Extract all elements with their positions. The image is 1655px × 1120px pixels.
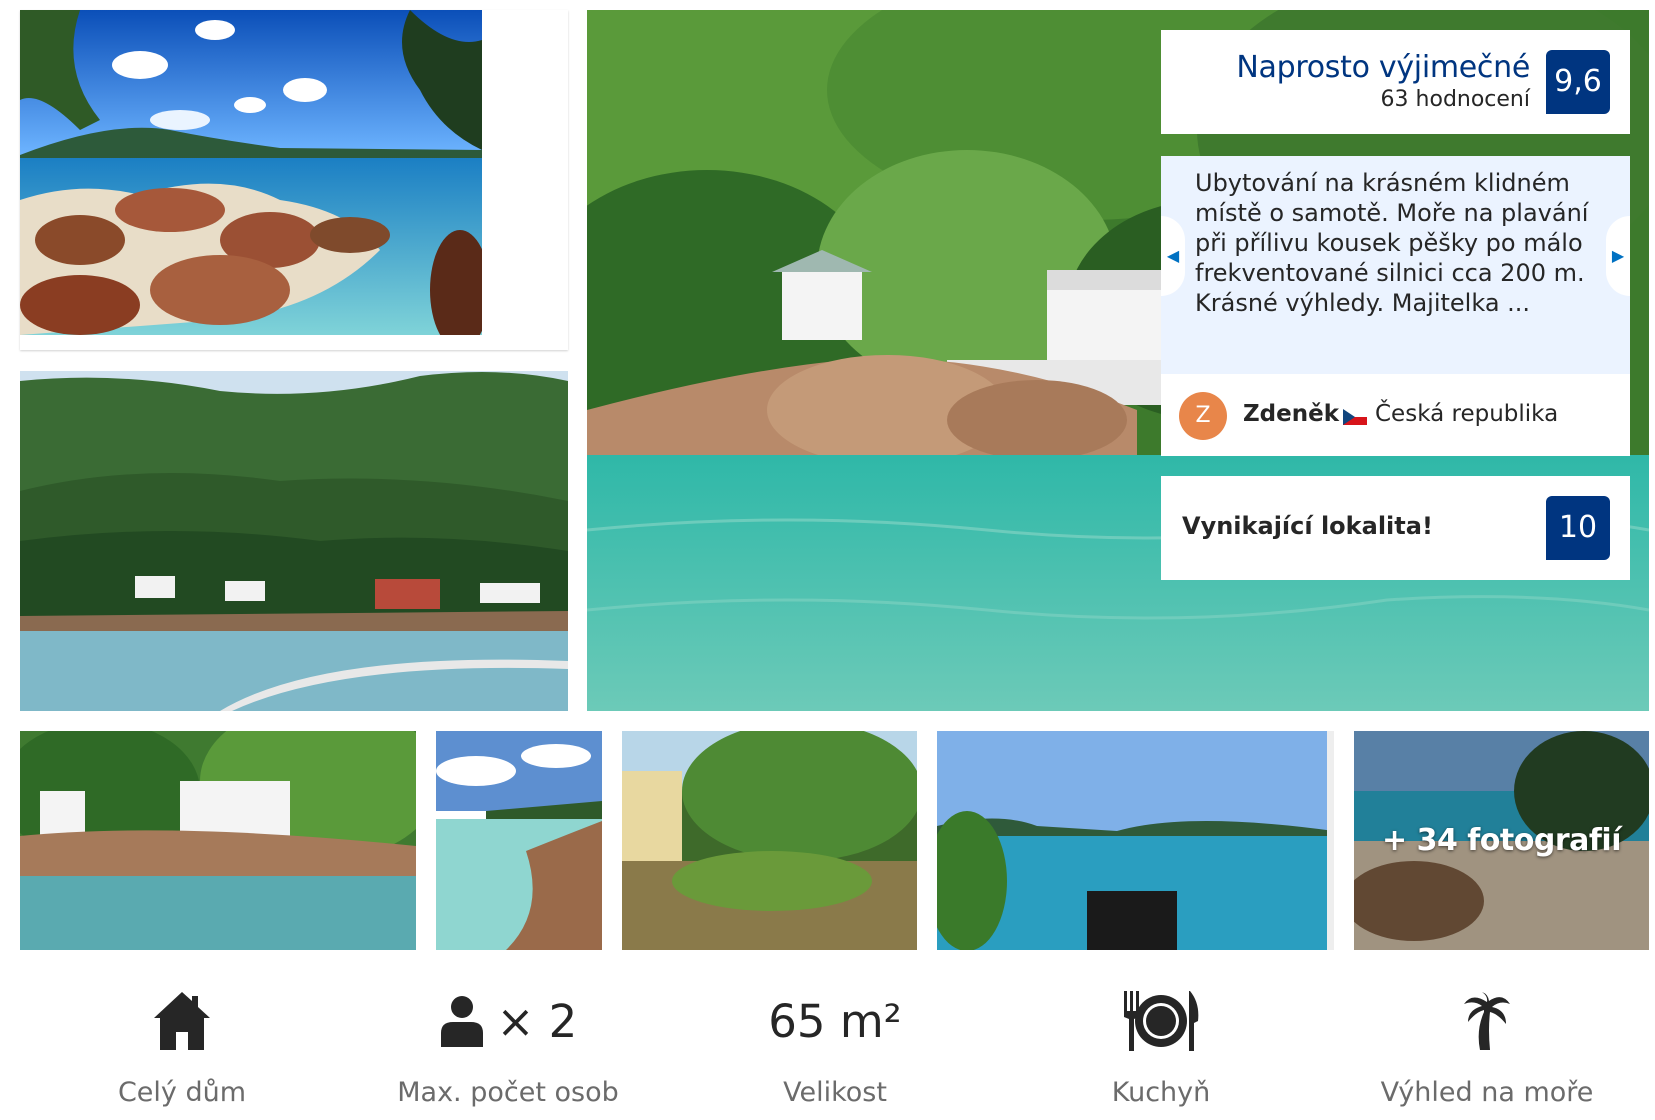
- chevron-right-icon: ▶: [1611, 248, 1625, 265]
- facility-label: Max. počet osob: [397, 1077, 619, 1108]
- gallery-more-photos[interactable]: + 34 fotografií: [1354, 731, 1649, 950]
- location-score-badge: 10: [1546, 496, 1610, 560]
- czech-flag-icon: [1343, 409, 1367, 425]
- score-title: Naprosto výjimečné: [1236, 50, 1530, 85]
- avatar: Z: [1179, 392, 1227, 440]
- gallery-photo-beach-rocks[interactable]: [20, 10, 482, 335]
- gallery-photo-coastline[interactable]: [20, 371, 568, 711]
- more-photos-label[interactable]: + 34 fotografií: [1354, 823, 1649, 858]
- review-prev-button[interactable]: ◀: [1161, 216, 1185, 296]
- house-icon: [154, 992, 210, 1050]
- facility-kitchen: Kuchyň: [1011, 985, 1311, 1115]
- location-label: Vynikající lokalita!: [1182, 512, 1433, 540]
- chevron-left-icon: ◀: [1166, 248, 1180, 265]
- score-badge: 9,6: [1546, 50, 1610, 114]
- facility-entire-house: Celý dům: [32, 985, 332, 1115]
- location-score-card[interactable]: Vynikající lokalita! 10: [1161, 476, 1630, 580]
- gallery-thumb-garden[interactable]: [622, 731, 917, 950]
- person-icon: [440, 996, 483, 1047]
- facility-size: 65 m² Velikost: [685, 985, 985, 1115]
- palm-tree-icon: [1464, 992, 1510, 1050]
- gallery-thumb-sea-view[interactable]: [937, 731, 1334, 950]
- gallery-thumb-shore[interactable]: [436, 731, 602, 950]
- review-text: Ubytování na krásném klidném místě o sam…: [1195, 169, 1589, 317]
- review-count: 63 hodnocení: [1380, 87, 1530, 112]
- review-next-button[interactable]: ▶: [1606, 216, 1630, 296]
- reviewer-country: Česká republika: [1375, 401, 1559, 427]
- facility-sea-view: Výhled na moře: [1337, 985, 1637, 1115]
- size-value: 65 m²: [768, 994, 902, 1048]
- kitchen-icon: [1124, 991, 1199, 1051]
- facility-max-guests: × 2 Max. počet osob: [358, 985, 658, 1115]
- facility-label: Celý dům: [117, 1077, 247, 1108]
- facility-label: Kuchyň: [1111, 1077, 1211, 1108]
- max-guests-value: × 2: [496, 994, 578, 1048]
- gallery-thumb-house[interactable]: [20, 731, 416, 950]
- score-card[interactable]: Naprosto výjimečné 63 hodnocení 9,6: [1161, 30, 1630, 134]
- reviewer-info: Z Zdeněk Česká republika: [1161, 374, 1630, 456]
- facility-label: Velikost: [783, 1077, 887, 1108]
- review-carousel: ◀ Ubytování na krásném klidném místě o s…: [1161, 156, 1630, 374]
- reviewer-name: Zdeněk: [1243, 401, 1340, 427]
- facility-label: Výhled na moře: [1380, 1077, 1594, 1108]
